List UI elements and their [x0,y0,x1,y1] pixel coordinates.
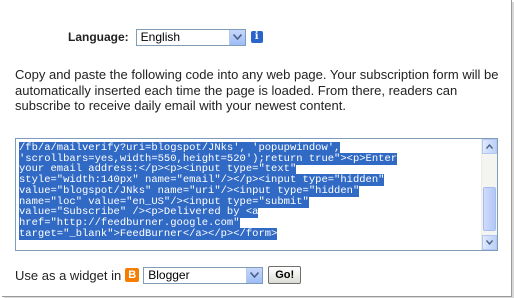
code-text[interactable]: /fb/a/mailverify?uri=blogspot/JNks', 'po… [19,142,475,240]
instructions-text: Copy and paste the following code into a… [15,67,499,114]
chevron-down-icon[interactable] [228,29,245,45]
widget-row: Use as a widget in B Blogger Go! [15,265,302,285]
platform-selected-value: Blogger [148,267,190,282]
go-button[interactable]: Go! [268,266,302,284]
clipped-text [12,0,502,5]
blogger-icon: B [125,268,140,282]
chevron-down-icon[interactable] [246,267,263,283]
widget-label: Use as a widget in [15,267,122,283]
language-select[interactable]: English [135,28,246,46]
vertical-scrollbar[interactable] [481,139,497,250]
code-line-text: target="_blank">FeedBurner</a></p></form… [19,227,278,240]
language-label: Language: [68,30,129,44]
language-selected-value: English [140,29,181,44]
platform-select[interactable]: Blogger [143,266,264,284]
scrollbar-thumb[interactable] [483,187,496,231]
language-row: Language: English i [68,27,263,47]
code-line: value="blogspot/JNks" name="uri"/><input… [19,184,475,197]
info-icon[interactable]: i [250,31,263,43]
code-line-text: value="blogspot/JNks" name="uri"/><input… [19,184,360,197]
scroll-down-icon[interactable] [482,235,497,250]
code-line: target="_blank">FeedBurner</a></p></form… [19,227,475,240]
scroll-up-icon[interactable] [482,139,497,154]
code-textarea[interactable]: /fb/a/mailverify?uri=blogspot/JNks', 'po… [15,138,498,251]
